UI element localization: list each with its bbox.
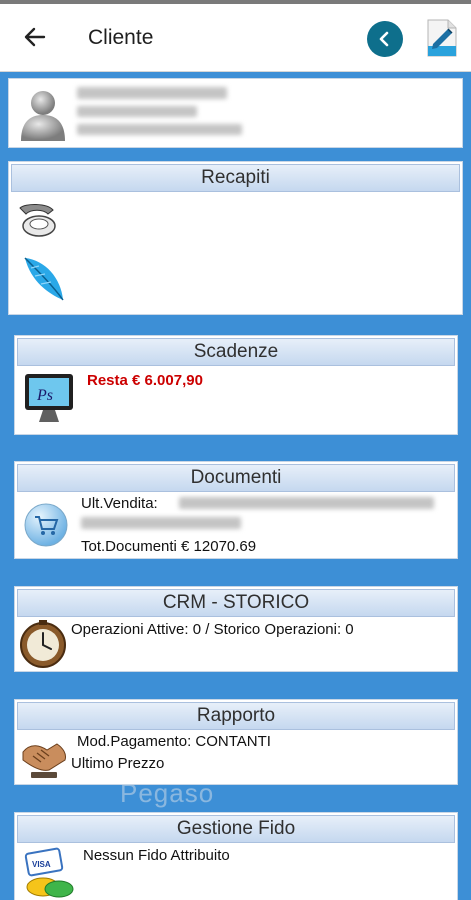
documenti-card: Documenti Ult.Vendita: Tot.Documenti € 1… [14, 461, 458, 559]
gestione-fido-card: Gestione Fido VISA Nessun Fido Attribuit… [14, 812, 458, 900]
ult-vendita-redacted [179, 497, 434, 509]
ult-vendita-label: Ult.Vendita: [81, 495, 158, 512]
svg-text:Ps: Ps [36, 387, 53, 404]
resta-amount: Resta € 6.007,90 [87, 372, 203, 389]
ps-monitor-icon: Ps [25, 374, 73, 422]
recapiti-header: Recapiti [11, 164, 460, 192]
credit-card-icon: VISA [24, 847, 74, 898]
fido-header: Gestione Fido [17, 815, 455, 843]
document-edit-icon[interactable] [424, 18, 460, 58]
nessun-fido: Nessun Fido Attribuito [83, 847, 230, 864]
tot-documenti: Tot.Documenti € 12070.69 [81, 538, 257, 555]
clock-icon [20, 620, 66, 668]
crm-card: CRM - STORICO Operazioni Attive: 0 / Sto… [14, 586, 458, 672]
telephone-icon[interactable] [17, 202, 57, 238]
scadenze-header: Scadenze [17, 338, 455, 366]
pegaso-watermark: Pegaso [120, 778, 215, 808]
rapporto-card: Rapporto Mod.Pagamento: CONTANTI Ultimo … [14, 699, 458, 785]
client-address-redacted [77, 106, 197, 117]
client-profile-card [8, 78, 463, 148]
nav-back-button[interactable] [367, 21, 403, 57]
recapiti-card: Recapiti [8, 161, 463, 315]
operazioni-text: Operazioni Attive: 0 / Storico Operazion… [71, 621, 354, 638]
page-title: Cliente [88, 26, 154, 49]
svg-text:VISA: VISA [32, 860, 51, 869]
crm-header: CRM - STORICO [17, 589, 455, 617]
feather-quill-icon[interactable] [19, 254, 67, 304]
chevron-left-circle-icon [379, 31, 389, 47]
documenti-header: Documenti [17, 464, 455, 492]
user-avatar-icon [21, 91, 65, 141]
arrow-left-icon[interactable] [22, 24, 48, 50]
shopping-cart-icon [24, 503, 68, 547]
client-name-redacted [77, 87, 227, 99]
rapporto-header: Rapporto [17, 702, 455, 730]
client-vat-redacted [77, 124, 242, 135]
ult-vendita-date-redacted [81, 517, 241, 529]
app-bar: Cliente [0, 4, 471, 72]
mod-pagamento: Mod.Pagamento: CONTANTI [77, 733, 271, 750]
handshake-icon [22, 743, 66, 778]
ultimo-prezzo: Ultimo Prezzo [71, 755, 165, 772]
scadenze-card: Scadenze Ps Resta € 6.007,90 [14, 335, 458, 435]
